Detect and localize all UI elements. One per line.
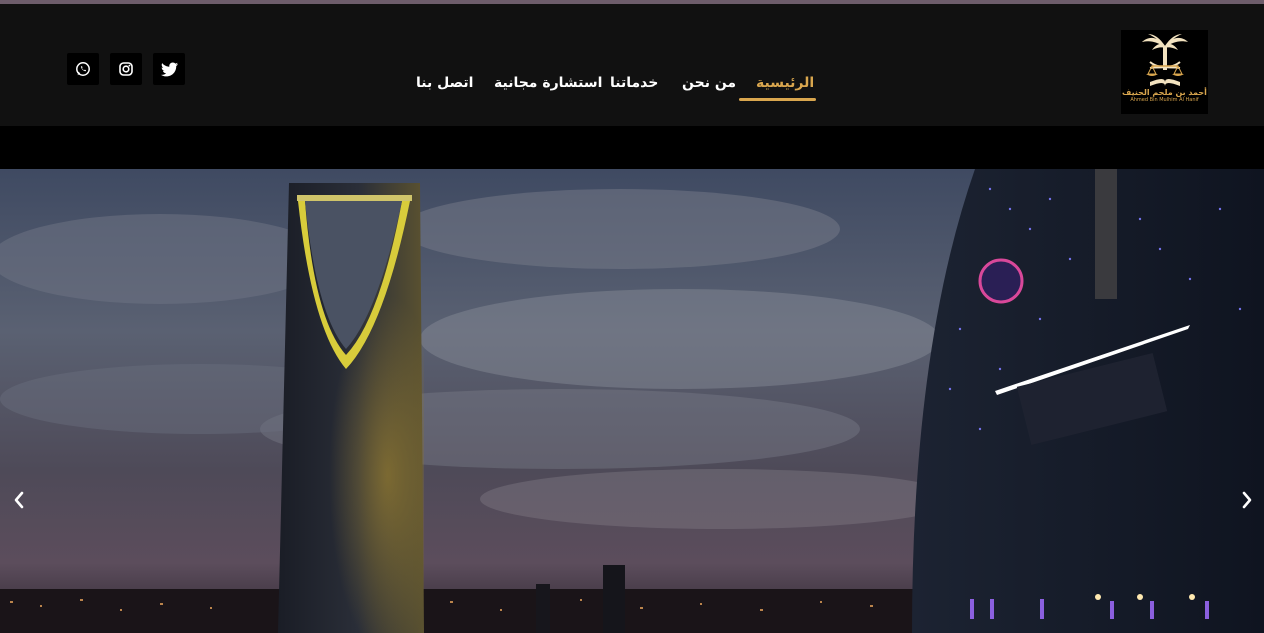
chevron-left-icon xyxy=(14,491,24,509)
nav-consultation[interactable]: استشارة مجانية xyxy=(494,72,602,94)
active-nav-indicator xyxy=(739,98,816,101)
twitter-link[interactable] xyxy=(153,53,185,85)
whatsapp-link[interactable] xyxy=(67,53,99,85)
chevron-right-icon xyxy=(1242,491,1252,509)
instagram-icon xyxy=(119,62,133,76)
instagram-link[interactable] xyxy=(110,53,142,85)
nav-services[interactable]: خدماتنا xyxy=(610,72,658,94)
nav-about[interactable]: من نحن xyxy=(682,72,736,94)
slider-next-button[interactable] xyxy=(1237,489,1257,511)
palm-swords-emblem-icon xyxy=(1141,34,1188,86)
site-header: الرئيسية من نحن خدماتنا استشارة مجانية ا… xyxy=(0,4,1264,126)
whatsapp-icon xyxy=(76,62,90,76)
hero-slide-image xyxy=(0,169,1264,633)
twitter-icon xyxy=(160,61,178,76)
logo-english-name: Ahmed Bin Mulhim Al Hanif xyxy=(1130,97,1199,103)
slider-prev-button[interactable] xyxy=(9,489,29,511)
nav-home[interactable]: الرئيسية xyxy=(756,72,814,94)
site-logo[interactable]: أحمد بن ملحم الحنيف Ahmed Bin Mulhim Al … xyxy=(1121,30,1208,114)
header-spacer xyxy=(0,126,1264,169)
hero-slider xyxy=(0,169,1264,633)
logo-arabic-name: أحمد بن ملحم الحنيف xyxy=(1122,88,1207,97)
nav-contact[interactable]: اتصل بنا xyxy=(416,72,473,94)
